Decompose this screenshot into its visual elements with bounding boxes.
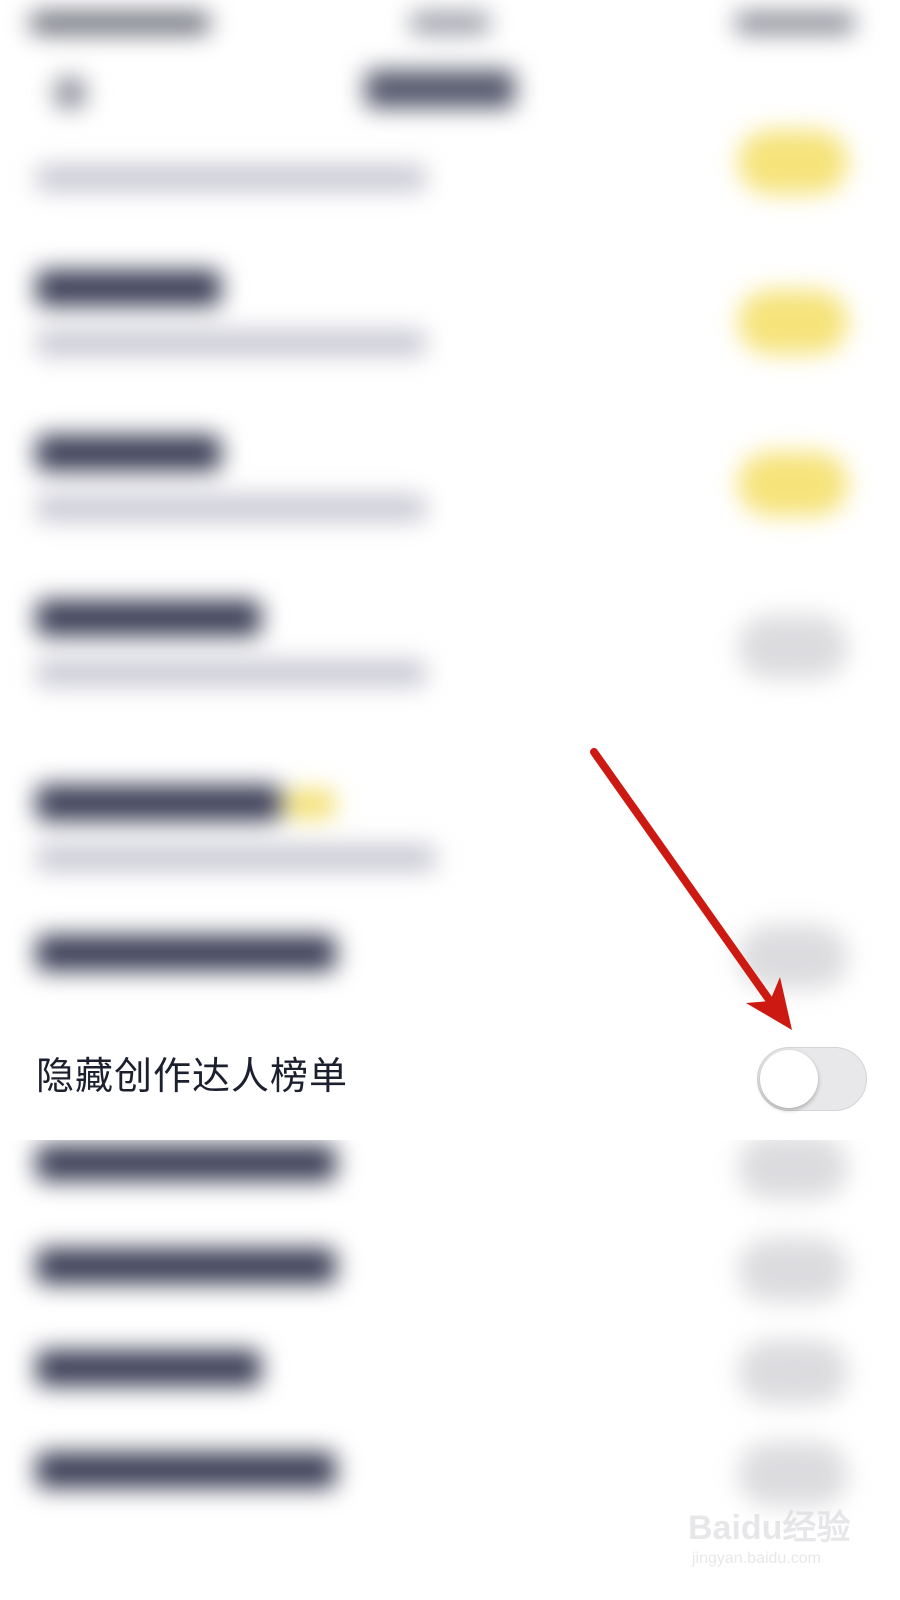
hide-creator-ranking-label: 隐藏创作达人榜单 [36, 1054, 349, 1098]
hide-creator-ranking-toggle[interactable] [757, 1047, 867, 1111]
row10-title-blur [36, 1350, 261, 1386]
row11-title-blur [36, 1452, 336, 1488]
status-bar-blur [30, 12, 210, 34]
toggle-knob [760, 1050, 818, 1108]
row4-toggle-blur [738, 615, 848, 679]
row1-sub-blur [36, 165, 426, 191]
row6-toggle-blur [738, 925, 848, 989]
status-bar-right-blur [735, 12, 855, 34]
row10-toggle-blur [738, 1340, 848, 1404]
row8-title-blur [36, 1145, 336, 1181]
row2-sub-blur [36, 330, 426, 356]
blurred-background [0, 0, 900, 1600]
nav-back-blur [55, 78, 85, 108]
hide-creator-ranking-row: 隐藏创作达人榜单 [0, 1020, 900, 1140]
nav-title-blur [365, 70, 515, 108]
row4-title-blur [36, 600, 261, 636]
row2-title-blur [36, 270, 221, 306]
row6-title-blur [36, 935, 336, 971]
row3-title-blur [36, 435, 221, 471]
row1-toggle-blur [738, 130, 848, 194]
status-bar-center-blur [410, 12, 490, 34]
row4-sub-blur [36, 660, 426, 686]
row2-toggle-blur [738, 290, 848, 354]
row5-sub-blur [36, 845, 436, 871]
baidu-watermark: Baidu经验 jingyan.baidu.com [688, 1500, 888, 1590]
row3-sub-blur [36, 495, 426, 521]
row3-toggle-blur [738, 452, 848, 516]
row9-title-blur [36, 1248, 336, 1284]
row9-toggle-blur [738, 1238, 848, 1302]
watermark-main-text: Baidu经验 [688, 1509, 851, 1547]
row8-toggle-blur [738, 1135, 848, 1199]
row5-badge-blur [285, 790, 335, 818]
row5-title-blur [36, 785, 281, 821]
watermark-sub-text: jingyan.baidu.com [692, 1550, 821, 1567]
row11-toggle-blur [738, 1442, 848, 1506]
